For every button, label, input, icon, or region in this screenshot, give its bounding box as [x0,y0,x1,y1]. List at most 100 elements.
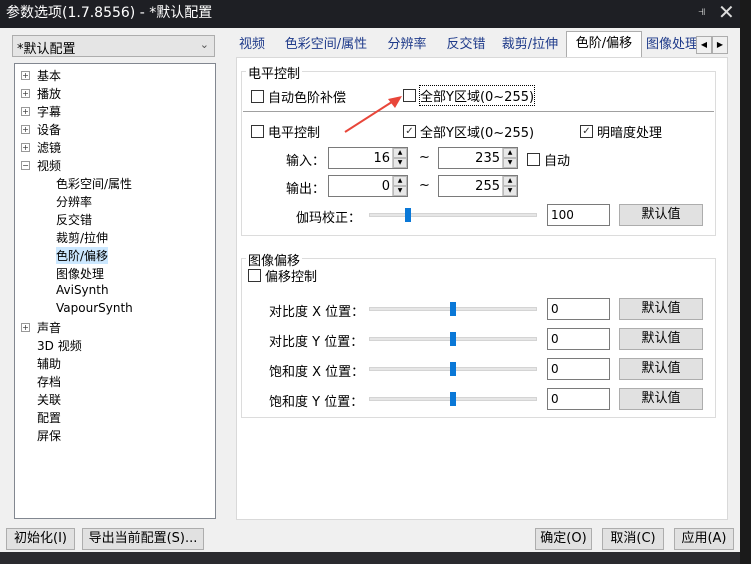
checkbox-label: 偏移控制 [265,270,318,285]
offset-slider[interactable] [369,302,537,316]
tree-item[interactable]: 设备 [37,121,61,138]
checkbox-box[interactable] [251,90,264,103]
slider-thumb[interactable] [405,208,412,222]
tree-item[interactable]: 声音 [37,319,61,336]
checkbox-box[interactable] [527,153,540,166]
gamma-default-button[interactable]: 默认值 [619,204,703,226]
expander-icon[interactable]: + [21,125,30,134]
export-config-button[interactable]: 导出当前配置(S)... [82,528,204,550]
auto-checkbox[interactable]: 自动 [527,150,570,169]
tree-item[interactable]: AviSynth [56,283,109,297]
init-button[interactable]: 初始化(I) [6,528,75,550]
offset-value-field[interactable]: 0 [547,358,610,380]
offset-row-label: 饱和度 X 位置： [269,365,365,380]
tree-item[interactable]: VapourSynth [56,301,133,315]
tree-item[interactable]: 视频 [37,157,61,174]
profile-dropdown[interactable]: *默认配置 ⌄ [12,35,215,57]
expander-icon[interactable]: + [21,89,30,98]
offset-slider[interactable] [369,392,537,406]
tab-6[interactable]: 图像处理 [644,33,700,57]
checkbox-box[interactable] [251,125,264,138]
tree-item[interactable]: 屏保 [37,427,61,444]
output-max-spinner[interactable]: 255 ▲ ▼ [438,175,518,197]
auto-levels-checkbox[interactable]: 自动色阶补偿 [251,87,346,106]
spin-up-icon[interactable]: ▲ [393,176,407,186]
check-icon[interactable]: ✓ [403,125,416,138]
annotation-arrow [344,96,402,133]
tree-item[interactable]: 3D 视频 [37,337,82,354]
tree-item[interactable]: 关联 [37,391,61,408]
offset-control-checkbox[interactable]: 偏移控制 [248,266,317,285]
tree-item[interactable]: 基本 [37,67,61,84]
slider-thumb[interactable] [450,302,456,316]
tab-5[interactable]: 色阶/偏移 [566,31,642,57]
gamma-slider[interactable] [369,208,537,222]
offset-default-button[interactable]: 默认值 [619,358,703,380]
check-icon[interactable]: ✓ [580,125,593,138]
spin-down-icon[interactable]: ▼ [393,186,407,196]
output-min-spinner[interactable]: 0 ▲ ▼ [328,175,408,197]
spin-up-icon[interactable]: ▲ [503,148,517,158]
input-min-spinner[interactable]: 16 ▲ ▼ [328,147,408,169]
offset-default-button[interactable]: 默认值 [619,328,703,350]
tab-scroll-left-icon[interactable]: ◀ [696,36,712,54]
tree-item[interactable]: 色阶/偏移 [56,247,109,264]
close-icon[interactable]: ✕ [718,0,735,24]
slider-thumb[interactable] [450,362,456,376]
gamma-value-field[interactable]: 100 [547,204,610,226]
offset-value-field[interactable]: 0 [547,328,610,350]
tab-0[interactable]: 视频 [230,33,274,57]
tree-item[interactable]: 图像处理 [56,265,104,282]
tree-item[interactable]: 配置 [37,409,61,426]
spin-down-icon[interactable]: ▼ [503,158,517,168]
offset-default-button[interactable]: 默认值 [619,298,703,320]
spin-up-icon[interactable]: ▲ [503,176,517,186]
tab-1[interactable]: 色彩空间/属性 [276,33,376,57]
profile-selected: *默认配置 [17,42,76,57]
expander-icon[interactable]: + [21,323,30,332]
offset-value-field[interactable]: 0 [547,388,610,410]
tab-3[interactable]: 反交错 [438,33,494,57]
tab-4[interactable]: 裁剪/拉伸 [496,33,564,57]
tree-item[interactable]: 反交错 [56,211,92,228]
ok-button[interactable]: 确定(O) [535,528,592,550]
spin-down-icon[interactable]: ▼ [393,158,407,168]
tree-item[interactable]: 辅助 [37,355,61,372]
offset-row-label: 饱和度 Y 位置： [269,395,364,410]
tree-item[interactable]: 滤镜 [37,139,61,156]
brightness-checkbox[interactable]: ✓ 明暗度处理 [580,122,662,141]
apply-button[interactable]: 应用(A) [674,528,734,550]
field-value: 0 [551,302,559,316]
tree-item[interactable]: 色彩空间/属性 [56,175,132,192]
full-y-checkbox[interactable]: ✓ 全部Y区域(0~255) [403,122,534,141]
expander-icon[interactable]: + [21,107,30,116]
expander-icon[interactable]: − [21,161,30,170]
tab-scroll-right-icon[interactable]: ▶ [712,36,728,54]
range-tilde: ~ [419,178,430,193]
settings-tree[interactable]: + 基本 + 播放 + 字幕 + 设备 + 滤镜 − 视频 色彩空间/属性 分辨率 反交错 裁剪/拉伸 色阶/偏… [14,63,216,519]
offset-value-field[interactable]: 0 [547,298,610,320]
cancel-button[interactable]: 取消(C) [602,528,664,550]
expander-icon[interactable]: + [21,71,30,80]
offset-default-button[interactable]: 默认值 [619,388,703,410]
tab-scroll[interactable]: ◀ ▶ [696,36,728,54]
offset-slider[interactable] [369,332,537,346]
checkbox-box[interactable] [248,269,261,282]
offset-slider[interactable] [369,362,537,376]
tree-item[interactable]: 播放 [37,85,61,102]
full-y-top-checkbox[interactable]: 全部Y区域(0~255) [403,85,536,106]
slider-thumb[interactable] [450,332,456,346]
spin-down-icon[interactable]: ▼ [503,186,517,196]
spin-up-icon[interactable]: ▲ [393,148,407,158]
pin-icon[interactable]: ⫣ [698,4,706,19]
slider-thumb[interactable] [450,392,456,406]
tree-item[interactable]: 分辨率 [56,193,92,210]
level-control-checkbox[interactable]: 电平控制 [251,122,320,141]
tree-item[interactable]: 裁剪/拉伸 [56,229,108,246]
tab-2[interactable]: 分辨率 [378,33,436,57]
spinner-value: 235 [475,151,500,166]
input-max-spinner[interactable]: 235 ▲ ▼ [438,147,518,169]
expander-icon[interactable]: + [21,143,30,152]
tree-item[interactable]: 字幕 [37,103,61,120]
tree-item[interactable]: 存档 [37,373,61,390]
